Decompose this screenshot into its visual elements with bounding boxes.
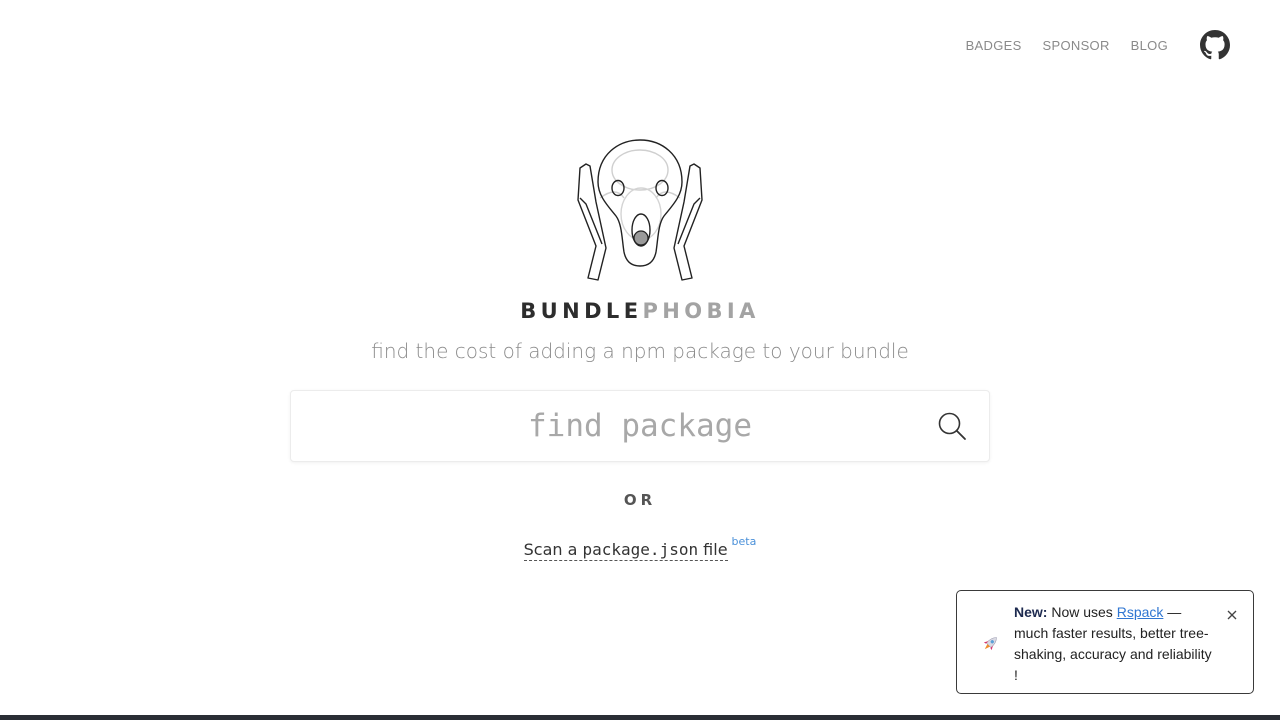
scan-row: Scan a package.json file beta <box>0 535 1280 561</box>
or-divider: OR <box>623 491 657 509</box>
github-icon[interactable] <box>1200 30 1230 60</box>
toast-label: New: <box>1014 604 1048 620</box>
brand-title: BUNDLEPHOBIA <box>0 299 1280 323</box>
scan-prefix: Scan a <box>523 540 583 559</box>
search-input[interactable] <box>291 391 989 461</box>
brand-part-phobia: PHOBIA <box>642 299 760 323</box>
beta-badge: beta <box>731 535 757 548</box>
close-icon[interactable] <box>1225 608 1239 622</box>
notification-toast: New: Now uses Rspack — much faster resul… <box>956 590 1254 694</box>
tagline: find the cost of adding a npm package to… <box>371 339 909 363</box>
scan-package-json-link[interactable]: Scan a package.json file <box>523 540 728 561</box>
bottom-bar <box>0 715 1280 720</box>
toast-message: New: Now uses Rspack — much faster resul… <box>1014 602 1214 686</box>
nav-sponsor-link[interactable]: SPONSOR <box>1043 38 1110 53</box>
scan-suffix: file <box>698 540 728 559</box>
bundlephobia-logo <box>577 139 703 281</box>
rocket-icon <box>983 637 997 651</box>
page: BADGES SPONSOR BLOG BUNDLEPHOBIA find th… <box>0 0 1280 720</box>
search-box <box>290 390 990 462</box>
toast-text-before: Now uses <box>1047 604 1117 620</box>
brand-part-bundle: BUNDLE <box>520 299 643 323</box>
top-nav: BADGES SPONSOR BLOG <box>966 30 1230 60</box>
nav-blog-link[interactable]: BLOG <box>1131 38 1168 53</box>
scan-code: package.json <box>582 540 699 559</box>
nav-badges-link[interactable]: BADGES <box>966 38 1022 53</box>
rspack-link[interactable]: Rspack <box>1117 604 1164 620</box>
search-icon[interactable] <box>937 411 967 441</box>
